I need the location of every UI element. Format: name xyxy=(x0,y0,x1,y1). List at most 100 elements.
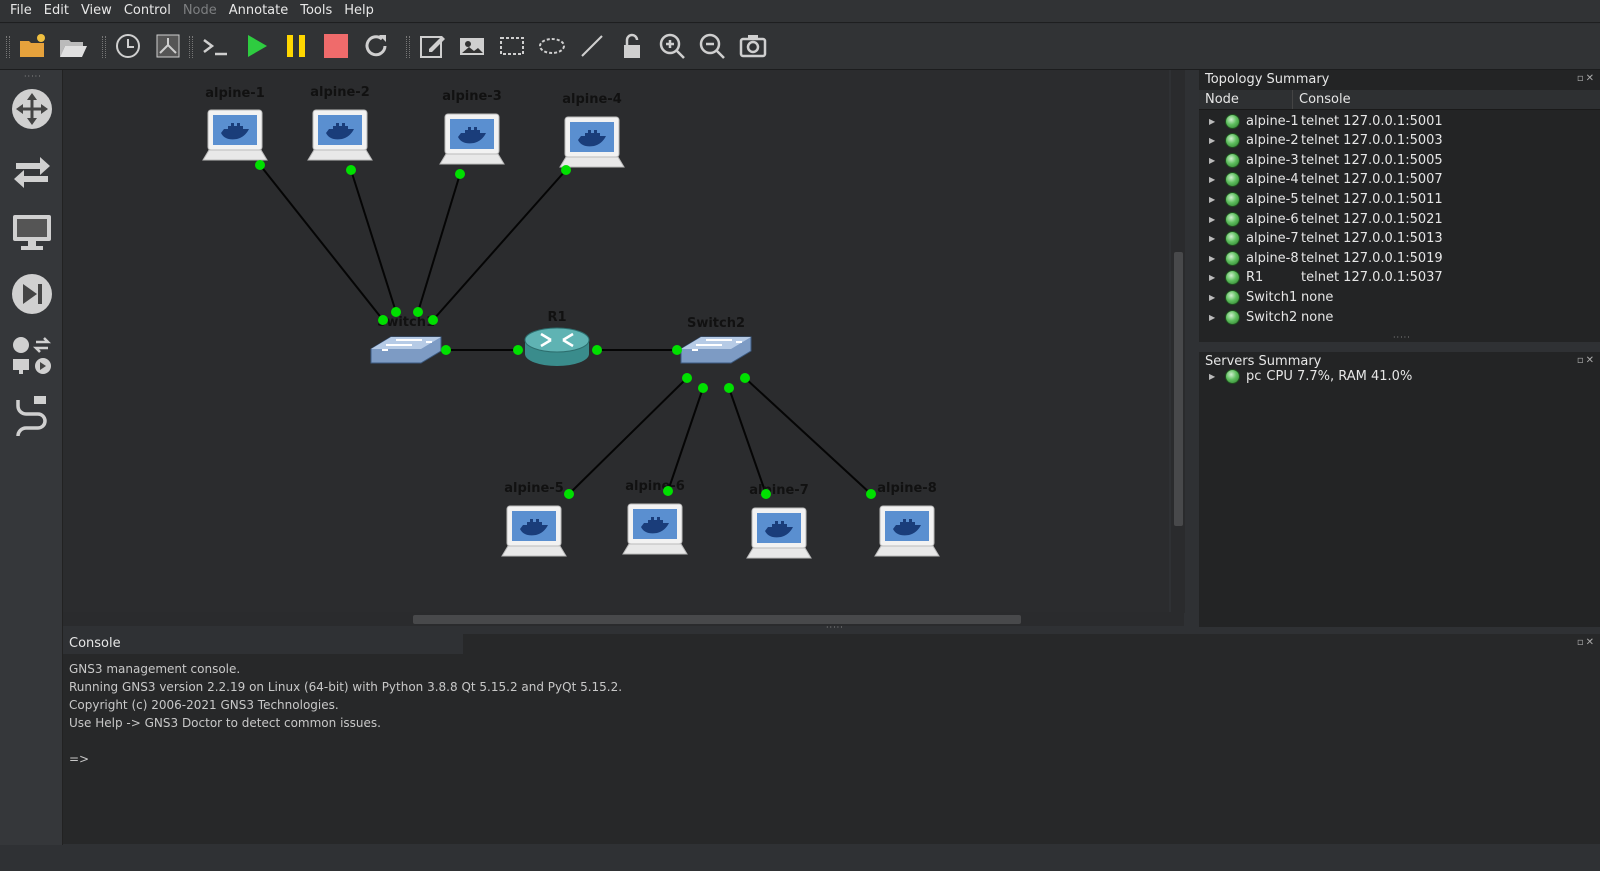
expand-arrow-icon[interactable]: ▶ xyxy=(1209,234,1219,243)
stop-all-button[interactable] xyxy=(318,28,354,64)
switches-button[interactable] xyxy=(6,144,58,196)
topology-row[interactable]: ▶ alpine-6 telnet 127.0.0.1:5021 xyxy=(1199,209,1600,229)
console-all-button[interactable] xyxy=(197,28,233,64)
snapshot-button[interactable] xyxy=(110,28,146,64)
expand-arrow-icon[interactable]: ▶ xyxy=(1209,136,1219,145)
node-alpine-5[interactable]: alpine-5 xyxy=(501,481,567,557)
link-Switch2-alpine-5[interactable] xyxy=(568,377,688,495)
dock-grip[interactable]: ····· xyxy=(24,72,42,81)
menu-view[interactable]: View xyxy=(75,0,118,22)
expand-arrow-icon[interactable]: ▶ xyxy=(1209,293,1219,302)
canvas-vertical-scrollbar[interactable] xyxy=(1171,70,1185,613)
menu-control[interactable]: Control xyxy=(118,0,177,22)
panel-controls[interactable]: ▫✕ xyxy=(1577,637,1596,648)
insert-picture-button[interactable] xyxy=(454,28,490,64)
node-alpine-1[interactable]: alpine-1 xyxy=(202,86,268,161)
zoom-out-button[interactable] xyxy=(694,28,730,64)
topology-row[interactable]: ▶ alpine-1 telnet 127.0.0.1:5001 xyxy=(1199,111,1600,131)
expand-arrow-icon[interactable]: ▶ xyxy=(1209,313,1219,322)
topology-diagram[interactable]: alpine-1 alpine-2 alpine-3 alpine-4Switch1 R… xyxy=(63,70,1169,613)
topology-row[interactable]: ▶ alpine-2 telnet 127.0.0.1:5003 xyxy=(1199,131,1600,151)
splitter-handle[interactable]: ····· xyxy=(1393,333,1411,342)
draw-ellipse-button[interactable] xyxy=(534,28,570,64)
link-alpine-3-Switch1[interactable] xyxy=(417,173,461,313)
expand-arrow-icon[interactable]: ▶ xyxy=(1209,156,1219,165)
security-devices-button[interactable] xyxy=(6,268,58,320)
lock-button[interactable] xyxy=(614,28,650,64)
expand-arrow-icon[interactable]: ▶ xyxy=(1209,117,1219,126)
topology-row[interactable]: ▶ Switch1 none xyxy=(1199,287,1600,307)
link-alpine-2-Switch1[interactable] xyxy=(350,169,397,313)
menu-file[interactable]: File xyxy=(4,0,38,22)
panel-controls[interactable]: ▫✕ xyxy=(1577,73,1596,84)
topology-row[interactable]: ▶ Switch2 none xyxy=(1199,307,1600,327)
expand-arrow-icon[interactable]: ▶ xyxy=(1209,273,1219,282)
node-alpine-8[interactable]: alpine-8 xyxy=(874,481,940,557)
node-label: Switch2 xyxy=(687,316,745,331)
node-name: Switch1 xyxy=(1246,289,1298,305)
reload-all-button[interactable] xyxy=(358,28,394,64)
new-project-button[interactable] xyxy=(14,28,50,64)
node-alpine-2[interactable]: alpine-2 xyxy=(307,85,373,161)
all-devices-button[interactable] xyxy=(6,330,58,382)
menu-node[interactable]: Node xyxy=(177,0,223,22)
topology-row[interactable]: ▶ alpine-3 telnet 127.0.0.1:5005 xyxy=(1199,150,1600,170)
add-note-button[interactable] xyxy=(414,28,450,64)
topology-row[interactable]: ▶ alpine-4 telnet 127.0.0.1:5007 xyxy=(1199,170,1600,190)
zoom-in-button[interactable] xyxy=(654,28,690,64)
canvas-horizontal-scrollbar[interactable] xyxy=(63,612,1184,626)
toolbar-grip[interactable] xyxy=(102,36,106,58)
status-started-icon xyxy=(1225,191,1240,207)
routers-button[interactable] xyxy=(6,83,58,135)
toolbar-grip[interactable] xyxy=(406,36,410,58)
node-alpine-7[interactable]: alpine-7 xyxy=(746,483,812,559)
node-alpine-3[interactable]: alpine-3 xyxy=(439,89,505,165)
port-status-dot xyxy=(513,345,523,355)
toolbar-grip[interactable] xyxy=(6,36,10,58)
column-header-node[interactable]: Node xyxy=(1199,90,1293,109)
console-output[interactable]: GNS3 management console. Running GNS3 ver… xyxy=(69,660,622,768)
suspend-all-button[interactable] xyxy=(278,28,314,64)
expand-arrow-icon[interactable]: ▶ xyxy=(1209,195,1219,204)
dock-splitter[interactable] xyxy=(1192,70,1197,627)
expand-arrow-icon[interactable]: ▶ xyxy=(1209,215,1219,224)
draw-rectangle-button[interactable] xyxy=(494,28,530,64)
menu-tools[interactable]: Tools xyxy=(294,0,338,22)
open-project-button[interactable] xyxy=(54,28,90,64)
topology-canvas[interactable]: alpine-1 alpine-2 alpine-3 alpine-4 Switch1 R… xyxy=(63,70,1169,613)
expand-arrow-icon[interactable]: ▶ xyxy=(1209,254,1219,263)
expand-arrow-icon[interactable]: ▶ xyxy=(1209,175,1219,184)
horizontal-splitter-handle[interactable]: ····· xyxy=(826,623,844,632)
link-alpine-4-Switch1[interactable] xyxy=(432,169,567,321)
topology-row[interactable]: ▶ alpine-5 telnet 127.0.0.1:5011 xyxy=(1199,189,1600,209)
topology-row[interactable]: ▶ R1 telnet 127.0.0.1:5037 xyxy=(1199,268,1600,288)
start-all-button[interactable] xyxy=(238,28,274,64)
node-alpine-6[interactable]: alpine-6 xyxy=(622,479,688,555)
link-alpine-1-Switch1[interactable] xyxy=(259,164,384,321)
column-header-console[interactable]: Console xyxy=(1293,90,1600,109)
link-Switch2-alpine-8[interactable] xyxy=(744,377,872,495)
screenshot-button[interactable] xyxy=(735,28,771,64)
expand-arrow-icon[interactable]: ▶ xyxy=(1209,372,1219,381)
menu-edit[interactable]: Edit xyxy=(38,0,75,22)
end-devices-button[interactable] xyxy=(6,206,58,258)
link-Switch2-alpine-6[interactable] xyxy=(667,387,704,492)
link-Switch2-alpine-7[interactable] xyxy=(728,387,767,495)
topology-row[interactable]: ▶ alpine-8 telnet 127.0.0.1:5019 xyxy=(1199,248,1600,268)
menu-annotate[interactable]: Annotate xyxy=(223,0,294,22)
node-Switch2[interactable]: Switch2 xyxy=(680,316,752,364)
node-name: Switch2 xyxy=(1246,309,1298,325)
toolbar-grip[interactable] xyxy=(189,36,193,58)
show-interfaces-button[interactable] xyxy=(150,28,186,64)
topology-row[interactable]: ▶ alpine-7 telnet 127.0.0.1:5013 xyxy=(1199,229,1600,249)
keyboard-base xyxy=(307,149,373,161)
menu-help[interactable]: Help xyxy=(338,0,380,22)
draw-line-button[interactable] xyxy=(574,28,610,64)
horizontal-scroll-thumb[interactable] xyxy=(413,615,1021,624)
node-R1[interactable]: R1 xyxy=(524,310,590,366)
add-link-button[interactable] xyxy=(6,392,58,444)
vertical-scroll-thumb[interactable] xyxy=(1174,252,1183,526)
server-row[interactable]: ▶ pc CPU 7.7%, RAM 41.0% xyxy=(1199,366,1600,386)
panel-controls[interactable]: ▫✕ xyxy=(1577,355,1596,366)
node-alpine-4[interactable]: alpine-4 xyxy=(559,92,625,168)
